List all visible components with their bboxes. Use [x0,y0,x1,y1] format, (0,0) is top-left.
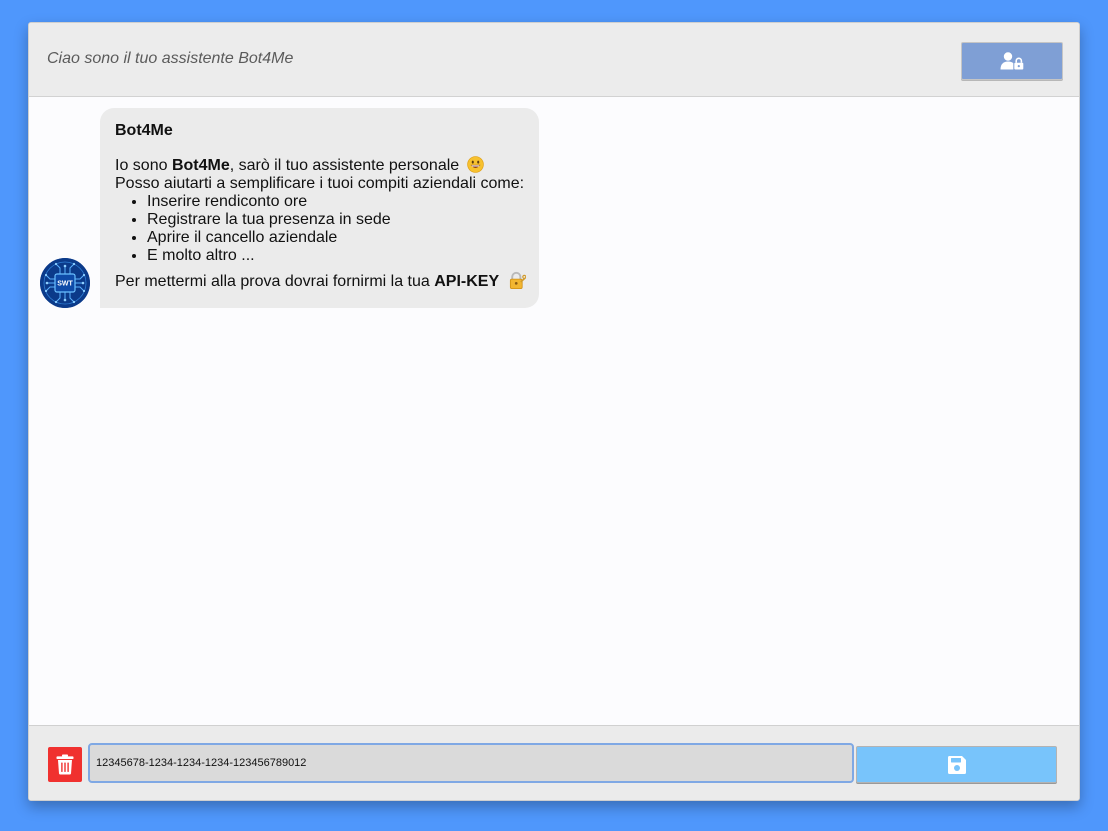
api-key-login-button[interactable] [961,42,1063,80]
closing-bold-apikey: API-KEY [434,273,500,290]
svg-text:SWT: SWT [57,281,73,288]
chat-header: Ciao sono il tuo assistente Bot4Me [29,23,1079,97]
api-key-input[interactable] [88,743,854,783]
message-task-list: Inserire rendiconto ore Registrare la tu… [115,193,526,265]
locked-with-key-emoji-icon [509,271,526,289]
closing-prefix-text: Per mettermi alla prova dovrai fornirmi … [115,273,435,290]
chat-window: Ciao sono il tuo assistente Bot4Me SWT B… [28,22,1080,801]
trash-icon [56,754,74,775]
list-item: Aprire il cancello aziendale [147,229,526,247]
intro-prefix-text: Io sono [115,157,172,174]
bot-avatar: SWT [40,258,90,308]
grinning-face-emoji-icon [466,156,484,173]
list-item: E molto altro ... [147,247,526,265]
message-sender: Bot4Me [115,122,173,139]
list-item: Registrare la tua presenza in sede [147,211,526,229]
message-line-2: Posso aiutarti a semplificare i tuoi com… [115,175,525,192]
delete-api-key-button[interactable] [48,747,82,782]
intro-suffix-text: , sarò il tuo assistente personale [229,157,460,174]
user-lock-icon [1000,52,1024,70]
intro-bold-name: Bot4Me [171,157,230,174]
circuit-logo-icon: SWT [40,258,90,308]
bot-message-bubble: Bot4Me Io sono Bot4Me, sarò il tuo assis… [100,108,539,308]
list-item: Inserire rendiconto ore [147,193,526,211]
floppy-disk-icon [947,755,966,774]
save-api-key-button[interactable] [856,746,1057,783]
message-intro-line: Io sono Bot4Me, sarò il tuo assistente p… [115,156,526,175]
chat-messages-area[interactable]: SWT Bot4Me Io sono Bot4Me, sarò il tuo a… [29,97,1079,725]
chat-input-bar [29,725,1079,800]
message-closing-line: Per mettermi alla prova dovrai fornirmi … [115,271,526,291]
header-title: Ciao sono il tuo assistente Bot4Me [47,50,294,67]
